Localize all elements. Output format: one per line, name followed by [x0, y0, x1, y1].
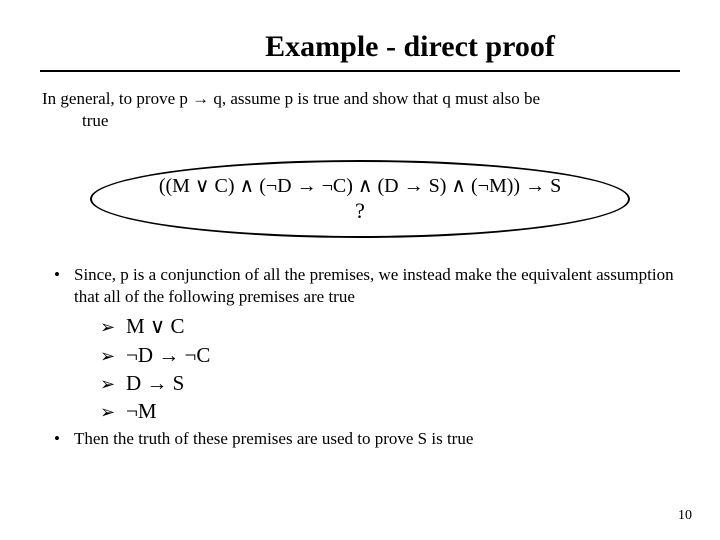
premise-2: ➢ ¬D → ¬C: [100, 341, 680, 369]
bullet-item-1: • Since, p is a conjunction of all the p…: [40, 264, 680, 308]
bullet-dot-icon: •: [40, 264, 74, 308]
premise-1-text: M ∨ C: [126, 312, 185, 340]
formula-oval-container: ((M ∨ C) ∧ (¬D → ¬C) ∧ (D → S) ∧ (¬M)) →…: [40, 160, 680, 238]
premise-4: ➢ ¬M: [100, 397, 680, 425]
bullet-dot-icon: •: [40, 428, 74, 450]
premises-list: ➢ M ∨ C ➢ ¬D → ¬C ➢ D → S ➢ ¬M: [100, 312, 680, 425]
question-mark: ?: [355, 198, 365, 224]
premise-marker-icon: ➢: [100, 315, 126, 339]
premise-3-text: D → S: [126, 369, 184, 397]
premise-marker-icon: ➢: [100, 400, 126, 424]
slide-title: Example - direct proof: [160, 30, 660, 64]
page-number: 10: [678, 508, 692, 524]
intro-line-2: true: [82, 111, 108, 130]
intro-text: In general, to prove p → q, assume p is …: [42, 88, 680, 132]
bullet-text-1: Since, p is a conjunction of all the pre…: [74, 264, 680, 308]
premise-1: ➢ M ∨ C: [100, 312, 680, 340]
title-underline: [40, 70, 680, 72]
premise-4-text: ¬M: [126, 397, 157, 425]
main-formula: ((M ∨ C) ∧ (¬D → ¬C) ∧ (D → S) ∧ (¬M)) →…: [159, 175, 561, 198]
intro-line-1: In general, to prove p → q, assume p is …: [42, 89, 540, 108]
bullet-item-2: • Then the truth of these premises are u…: [40, 428, 680, 450]
premise-marker-icon: ➢: [100, 372, 126, 396]
bullet-text-2: Then the truth of these premises are use…: [74, 428, 680, 450]
premise-2-text: ¬D → ¬C: [126, 341, 210, 369]
formula-oval: ((M ∨ C) ∧ (¬D → ¬C) ∧ (D → S) ∧ (¬M)) →…: [90, 160, 630, 238]
premise-marker-icon: ➢: [100, 344, 126, 368]
premise-3: ➢ D → S: [100, 369, 680, 397]
